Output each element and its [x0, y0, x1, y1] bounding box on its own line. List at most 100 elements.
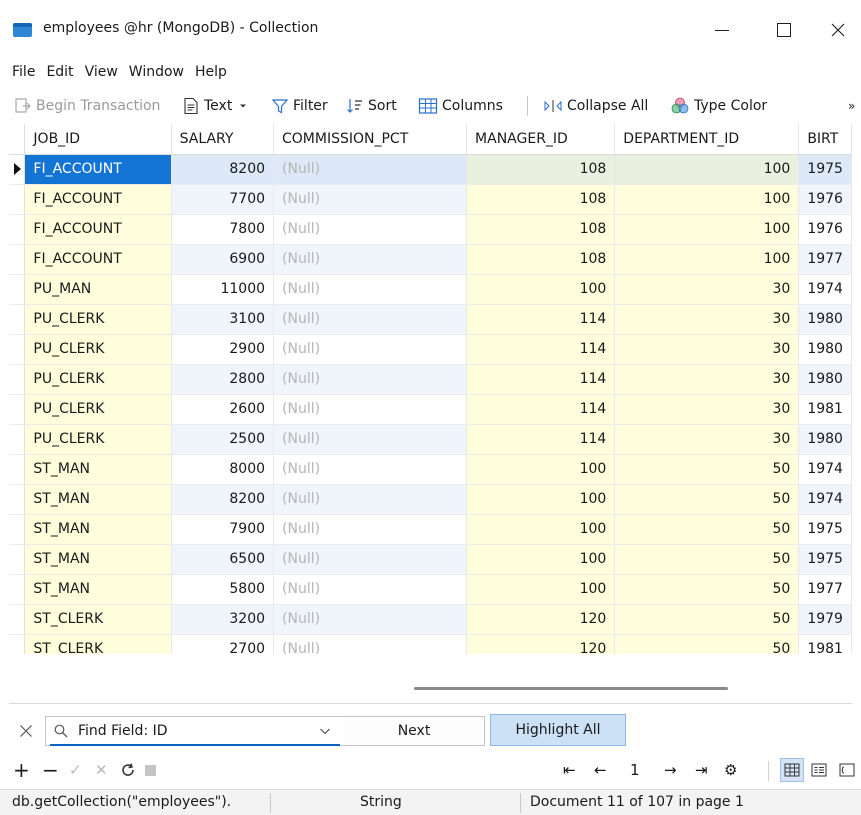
cell-department-id[interactable]: 100 — [614, 244, 800, 275]
cell-commission-pct[interactable]: (Null) — [273, 304, 468, 335]
cell-manager-id[interactable]: 100 — [466, 514, 616, 545]
cell-salary[interactable]: 7900 — [171, 514, 275, 545]
cell-birth[interactable]: 1974 — [798, 484, 852, 515]
apply-button[interactable]: ✓ — [69, 760, 82, 780]
cell-salary[interactable]: 2500 — [171, 424, 275, 455]
cell-salary[interactable]: 6900 — [171, 244, 275, 275]
cell-job-id[interactable]: PU_MAN — [24, 274, 172, 305]
table-row[interactable]: ST_MAN 8000 (Null) 100 50 1974 — [9, 454, 852, 485]
cell-salary[interactable]: 2800 — [171, 364, 275, 395]
table-row[interactable]: ST_MAN 6500 (Null) 100 50 1975 — [9, 544, 852, 575]
table-row[interactable]: FI_ACCOUNT 7800 (Null) 108 100 1976 — [9, 214, 852, 245]
cell-job-id[interactable]: FI_ACCOUNT — [24, 154, 172, 185]
find-field-select[interactable]: Find Field: ID — [45, 716, 345, 746]
cell-commission-pct[interactable]: (Null) — [273, 334, 468, 365]
cell-manager-id[interactable]: 100 — [466, 274, 616, 305]
cell-salary[interactable]: 2700 — [171, 634, 275, 654]
cell-department-id[interactable]: 30 — [614, 394, 800, 425]
cell-birth[interactable]: 1980 — [798, 424, 852, 455]
cell-department-id[interactable]: 50 — [614, 514, 800, 545]
cell-birth[interactable]: 1980 — [798, 334, 852, 365]
cell-department-id[interactable]: 50 — [614, 454, 800, 485]
menu-file[interactable]: File — [8, 64, 39, 80]
cell-manager-id[interactable]: 108 — [466, 184, 616, 215]
cell-job-id[interactable]: PU_CLERK — [24, 334, 172, 365]
table-row[interactable]: PU_CLERK 3100 (Null) 114 30 1980 — [9, 304, 852, 335]
refresh-button[interactable] — [120, 760, 136, 780]
first-page-button[interactable]: ⇤ — [563, 760, 576, 780]
cell-manager-id[interactable]: 108 — [466, 154, 616, 185]
cell-salary[interactable]: 5800 — [171, 574, 275, 605]
cell-department-id[interactable]: 30 — [614, 274, 800, 305]
cell-salary[interactable]: 8200 — [171, 484, 275, 515]
horizontal-scrollbar[interactable] — [9, 680, 852, 696]
cell-manager-id[interactable]: 114 — [466, 334, 616, 365]
table-row[interactable]: ST_MAN 5800 (Null) 100 50 1977 — [9, 574, 852, 605]
cell-birth[interactable]: 1975 — [798, 514, 852, 545]
highlight-all-button[interactable]: Highlight All — [490, 714, 626, 746]
grid-view-button[interactable] — [780, 758, 804, 782]
cell-birth[interactable]: 1976 — [798, 214, 852, 245]
cell-commission-pct[interactable]: (Null) — [273, 484, 468, 515]
cell-job-id[interactable]: ST_MAN — [24, 484, 172, 515]
cell-department-id[interactable]: 50 — [614, 484, 800, 515]
cell-job-id[interactable]: ST_MAN — [24, 574, 172, 605]
cell-commission-pct[interactable]: (Null) — [273, 544, 468, 575]
cell-birth[interactable]: 1975 — [798, 544, 852, 575]
table-row[interactable]: PU_CLERK 2500 (Null) 114 30 1980 — [9, 424, 852, 455]
type-color-button[interactable]: Type Color — [670, 94, 767, 118]
cell-salary[interactable]: 2900 — [171, 334, 275, 365]
cell-commission-pct[interactable]: (Null) — [273, 394, 468, 425]
cell-manager-id[interactable]: 114 — [466, 364, 616, 395]
cell-commission-pct[interactable]: (Null) — [273, 514, 468, 545]
table-row[interactable]: FI_ACCOUNT 8200 (Null) 108 100 1975 — [9, 154, 852, 185]
cell-salary[interactable]: 2600 — [171, 394, 275, 425]
cell-manager-id[interactable]: 100 — [466, 544, 616, 575]
cell-manager-id[interactable]: 108 — [466, 244, 616, 275]
cell-commission-pct[interactable]: (Null) — [273, 184, 468, 215]
minimize-button[interactable] — [699, 12, 745, 48]
cell-salary[interactable]: 3200 — [171, 604, 275, 635]
cell-commission-pct[interactable]: (Null) — [273, 454, 468, 485]
cell-commission-pct[interactable]: (Null) — [273, 154, 468, 185]
table-row[interactable]: FI_ACCOUNT 6900 (Null) 108 100 1977 — [9, 244, 852, 275]
maximize-button[interactable] — [761, 12, 807, 48]
column-header-birth[interactable]: BIRT — [798, 124, 852, 155]
menu-edit[interactable]: Edit — [42, 64, 77, 80]
cell-commission-pct[interactable]: (Null) — [273, 634, 468, 654]
tree-view-button[interactable] — [835, 758, 859, 782]
page-settings-button[interactable]: ⚙ — [724, 760, 737, 780]
cell-department-id[interactable]: 100 — [614, 184, 800, 215]
cell-job-id[interactable]: PU_CLERK — [24, 304, 172, 335]
scrollbar-thumb[interactable] — [414, 687, 728, 690]
cell-department-id[interactable]: 30 — [614, 334, 800, 365]
table-row[interactable]: PU_CLERK 2900 (Null) 114 30 1980 — [9, 334, 852, 365]
cell-job-id[interactable]: ST_CLERK — [24, 634, 172, 654]
cell-commission-pct[interactable]: (Null) — [273, 424, 468, 455]
table-row[interactable]: ST_MAN 8200 (Null) 100 50 1974 — [9, 484, 852, 515]
cell-manager-id[interactable]: 120 — [466, 604, 616, 635]
cell-manager-id[interactable]: 100 — [466, 484, 616, 515]
begin-transaction-button[interactable]: Begin Transaction — [14, 94, 160, 118]
cell-birth[interactable]: 1974 — [798, 274, 852, 305]
cell-commission-pct[interactable]: (Null) — [273, 574, 468, 605]
column-header-department-id[interactable]: DEPARTMENT_ID — [614, 124, 800, 155]
collapse-all-button[interactable]: Collapse All — [543, 94, 648, 118]
cell-job-id[interactable]: FI_ACCOUNT — [24, 214, 172, 245]
table-row[interactable]: ST_CLERK 3200 (Null) 120 50 1979 — [9, 604, 852, 635]
table-row[interactable]: FI_ACCOUNT 7700 (Null) 108 100 1976 — [9, 184, 852, 215]
cell-birth[interactable]: 1977 — [798, 244, 852, 275]
cell-commission-pct[interactable]: (Null) — [273, 214, 468, 245]
add-document-button[interactable]: + — [13, 758, 30, 782]
table-row[interactable]: ST_CLERK 2700 (Null) 120 50 1981 — [9, 634, 852, 654]
cell-job-id[interactable]: ST_MAN — [24, 514, 172, 545]
cell-birth[interactable]: 1975 — [798, 154, 852, 185]
text-view-button[interactable]: Text — [182, 94, 252, 118]
form-view-button[interactable] — [807, 758, 831, 782]
cell-salary[interactable]: 7700 — [171, 184, 275, 215]
menu-help[interactable]: Help — [191, 64, 231, 80]
discard-button[interactable]: ✕ — [95, 760, 108, 780]
next-page-button[interactable]: → — [664, 760, 677, 780]
delete-document-button[interactable]: − — [42, 758, 59, 782]
cell-job-id[interactable]: PU_CLERK — [24, 424, 172, 455]
